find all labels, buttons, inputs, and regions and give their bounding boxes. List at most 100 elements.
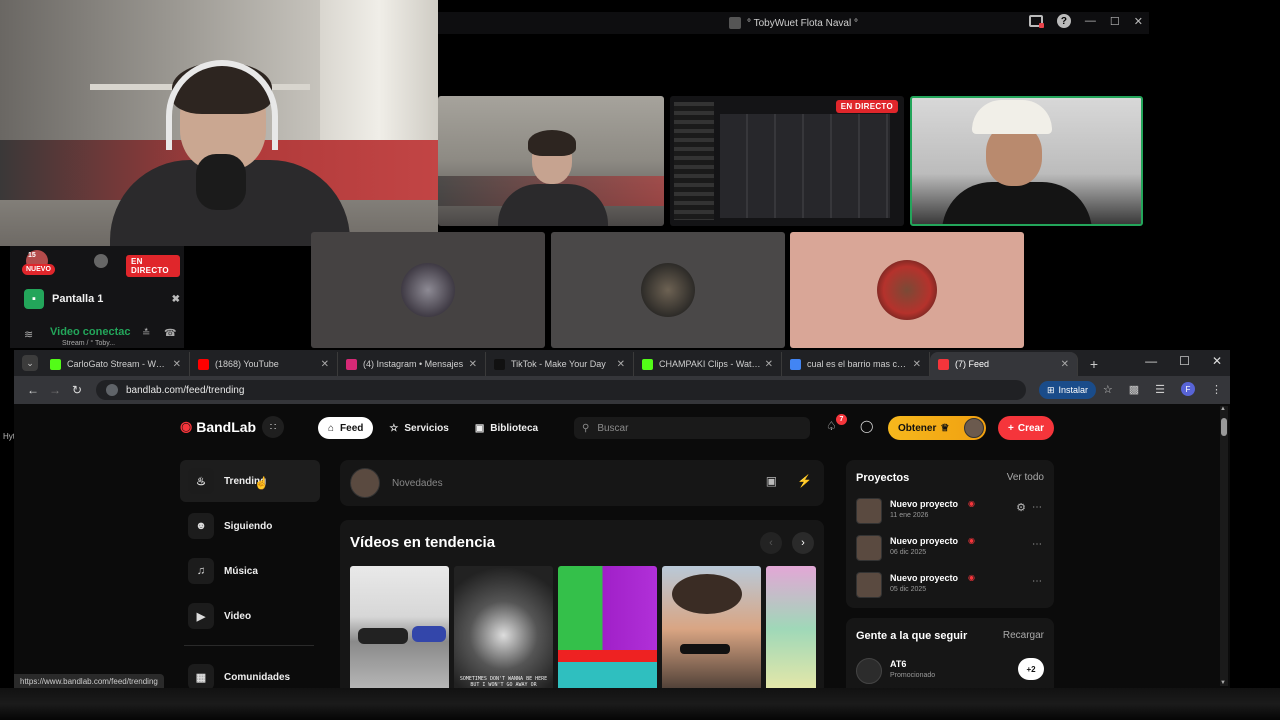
- address-bar[interactable]: bandlab.com/feed/trending: [96, 380, 1026, 400]
- close-tab-icon[interactable]: ✕: [617, 359, 625, 370]
- close-tab-icon[interactable]: ✕: [913, 359, 921, 370]
- suggested-user-row[interactable]: AT6 Promocionado +2: [856, 656, 1046, 686]
- person-hair: [672, 574, 742, 614]
- bell-icon[interactable]: ♤: [826, 419, 837, 433]
- apps-grid-icon[interactable]: ∷: [262, 416, 284, 438]
- sidebar-item-comunidades[interactable]: ▦ Comunidades: [180, 656, 320, 688]
- scrollbar-thumb[interactable]: [1221, 418, 1227, 436]
- scroll-up-icon[interactable]: ▲: [1220, 406, 1226, 412]
- user-avatar[interactable]: [964, 418, 984, 438]
- stream-preview-row[interactable]: 15 NUEVO EN DIRECTO: [16, 250, 180, 282]
- close-tab-icon[interactable]: ✕: [321, 359, 329, 370]
- project-name: Nuevo proyecto: [890, 536, 959, 546]
- nav-feed[interactable]: ⌂ Feed: [318, 417, 374, 439]
- forward-icon[interactable]: →: [44, 383, 66, 397]
- more-options-icon[interactable]: ⋯: [1032, 502, 1042, 513]
- project-row[interactable]: Nuevo proyecto ◉ 06 dic 2025 ⋯: [856, 533, 1046, 563]
- chrome-menu-icon[interactable]: ⋮: [1211, 383, 1222, 396]
- bandlab-icon: [938, 358, 949, 370]
- close-icon[interactable]: ✕: [1134, 15, 1143, 28]
- browser-tab[interactable]: TikTok - Make Your Day ✕: [486, 352, 634, 376]
- close-icon[interactable]: ✕: [1212, 354, 1222, 368]
- tab-label: (1868) YouTube: [215, 359, 279, 369]
- video-thumbnail[interactable]: [350, 566, 449, 688]
- close-tab-icon[interactable]: ✕: [1061, 359, 1069, 370]
- nav-biblioteca[interactable]: ▣ Biblioteca: [465, 417, 548, 439]
- call-tile-webcam-self[interactable]: [438, 96, 664, 226]
- inbox-icon[interactable]: [1028, 15, 1044, 28]
- noise-suppression-icon[interactable]: ≛: [142, 328, 150, 339]
- obtener-membership-button[interactable]: Obtener ♕: [888, 416, 986, 440]
- video-carousel: SOMETIMES DON'T WANNA BE HERE BUT I WON'…: [350, 566, 816, 688]
- maximize-icon[interactable]: ☐: [1110, 15, 1120, 28]
- post-composer[interactable]: Novedades ▣ ⚡: [340, 460, 824, 506]
- ver-todo-link[interactable]: Ver todo: [1007, 472, 1044, 483]
- browser-tab[interactable]: (1868) YouTube ✕: [190, 352, 338, 376]
- scroll-down-icon[interactable]: ▼: [1220, 680, 1226, 686]
- chevron-right-icon[interactable]: ›: [792, 532, 814, 554]
- sidebar-item-trending[interactable]: ♨ Trending: [180, 460, 320, 502]
- new-tab-button[interactable]: +: [1084, 352, 1104, 376]
- bolt-icon[interactable]: ⚡: [797, 474, 812, 488]
- tabs-container: CarloGato Stream - Watch Li✕(1868) YouTu…: [42, 352, 1078, 376]
- tab-search-icon[interactable]: ⌄: [22, 355, 38, 371]
- more-options-icon[interactable]: ⋯: [1032, 539, 1042, 550]
- back-icon[interactable]: ←: [22, 383, 44, 397]
- sidebar-item-siguiendo[interactable]: ☻ Siguiendo: [180, 505, 320, 547]
- call-tile-avatar-3[interactable]: [790, 232, 1024, 348]
- call-tile-avatar-1[interactable]: [311, 232, 545, 348]
- video-thumbnail[interactable]: SOMETIMES DON'T WANNA BE HERE BUT I WON'…: [454, 566, 553, 688]
- discord-window-controls: ? — ☐ ✕: [1028, 14, 1143, 28]
- profile-avatar[interactable]: F: [1181, 382, 1195, 396]
- call-tile-avatar-2[interactable]: [551, 232, 785, 348]
- stop-share-icon[interactable]: ✖: [172, 294, 180, 305]
- close-tab-icon[interactable]: ✕: [173, 359, 181, 370]
- extensions-icon[interactable]: ▩: [1129, 383, 1139, 396]
- media-controls-icon[interactable]: ☰: [1155, 383, 1165, 396]
- bandlab-logo[interactable]: ◉ BandLab: [180, 418, 256, 435]
- youtube-icon: [198, 358, 209, 370]
- site-info-icon[interactable]: [106, 384, 118, 396]
- minimize-icon[interactable]: —: [1145, 354, 1157, 368]
- collaborate-icon[interactable]: ⚙: [1016, 501, 1026, 514]
- chevron-left-icon[interactable]: ‹: [760, 532, 782, 554]
- help-icon[interactable]: ?: [1056, 14, 1071, 28]
- project-row[interactable]: Nuevo proyecto ◉ 05 dic 2025 ⋯: [856, 570, 1046, 600]
- more-options-icon[interactable]: ⋯: [1032, 576, 1042, 587]
- call-tile-screenshare[interactable]: EN DIRECTO: [670, 96, 904, 226]
- race-car: [358, 628, 408, 644]
- bandlab-search-input[interactable]: ⚲ Buscar: [574, 417, 810, 439]
- nav-servicios[interactable]: ☆ Servicios: [379, 417, 458, 439]
- tab-label: (4) Instagram • Mensajes: [363, 359, 464, 369]
- browser-tab[interactable]: (4) Instagram • Mensajes ✕: [338, 352, 486, 376]
- sidebar-item-video[interactable]: ▶ Video: [180, 595, 320, 637]
- browser-tab[interactable]: CHAMPAKI Clips - Watch Liv ✕: [634, 352, 782, 376]
- video-thumbnail[interactable]: [558, 566, 657, 688]
- browser-tab[interactable]: cual es el barrio mas caro de ✕: [782, 352, 930, 376]
- project-date: 06 dic 2025: [890, 549, 927, 556]
- sidebar-item-label: Música: [224, 565, 258, 577]
- video-thumbnail[interactable]: [662, 566, 761, 688]
- close-tab-icon[interactable]: ✕: [469, 359, 477, 370]
- browser-tab[interactable]: (7) Feed ✕: [930, 352, 1078, 376]
- chat-icon[interactable]: ◯: [860, 419, 873, 433]
- bookmark-star-icon[interactable]: ☆: [1103, 383, 1113, 396]
- call-tile-webcam-friend[interactable]: [910, 96, 1143, 226]
- sidebar-item-musica[interactable]: ♫ Música: [180, 550, 320, 592]
- follow-button[interactable]: +2: [1018, 658, 1044, 680]
- video-thumbnail[interactable]: [766, 566, 816, 688]
- project-row[interactable]: Nuevo proyecto ◉ 11 ene 2026 ⚙ ⋯: [856, 496, 1046, 526]
- sidebar-item-label: Video: [224, 610, 252, 622]
- minimize-icon[interactable]: —: [1085, 15, 1096, 27]
- reload-icon[interactable]: ↻: [66, 383, 88, 397]
- page-scrollbar[interactable]: ▲ ▼: [1220, 406, 1228, 686]
- screen-share-row[interactable]: ▪ Pantalla 1 ✖: [24, 289, 180, 309]
- maximize-icon[interactable]: ☐: [1179, 354, 1190, 368]
- disconnect-icon[interactable]: ☎: [164, 328, 176, 339]
- close-tab-icon[interactable]: ✕: [765, 359, 773, 370]
- install-app-button[interactable]: ⊞ Instalar: [1038, 381, 1096, 399]
- browser-tab[interactable]: CarloGato Stream - Watch Li ✕: [42, 352, 190, 376]
- recargar-link[interactable]: Recargar: [1003, 630, 1044, 641]
- image-icon[interactable]: ▣: [766, 474, 777, 488]
- crear-button[interactable]: + Crear: [998, 416, 1054, 440]
